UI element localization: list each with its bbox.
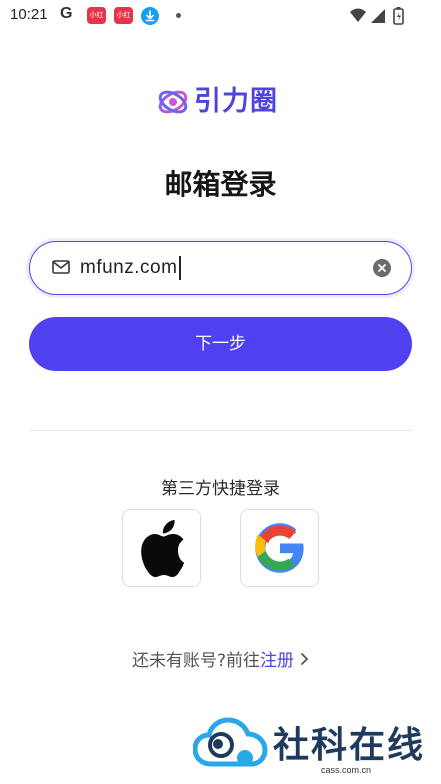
xiaohongshu-notification-icon-2: 小红书 xyxy=(114,7,133,36)
google-login-button[interactable] xyxy=(240,509,319,587)
mail-icon xyxy=(52,260,70,274)
register-prompt: 还未有账号?前往注册 xyxy=(0,646,441,671)
wifi-icon xyxy=(350,8,366,22)
watermark: 社科在线 cass.com.cn xyxy=(193,714,433,780)
email-field[interactable]: mfunz.com xyxy=(29,241,412,295)
apple-login-button[interactable] xyxy=(122,509,201,587)
clear-icon[interactable] xyxy=(373,259,391,277)
apple-icon xyxy=(140,520,184,577)
status-bar: 10:21 G 小红书 小红书 xyxy=(0,0,441,36)
chevron-right-icon[interactable] xyxy=(300,651,309,671)
download-notification-icon xyxy=(141,7,159,25)
register-prompt-text: 还未有账号?前往 xyxy=(131,651,261,671)
google-icon xyxy=(254,523,304,573)
page-title: 邮箱登录 xyxy=(164,168,277,201)
cloud-eye-logo-icon xyxy=(193,717,268,767)
more-notifications-dot xyxy=(176,13,181,18)
register-link[interactable]: 注册 xyxy=(260,651,294,671)
signal-icon xyxy=(371,9,385,23)
email-input-value: mfunz.com xyxy=(80,257,178,278)
email-input[interactable]: mfunz.com xyxy=(80,256,181,280)
brand-logo: 引力圈 xyxy=(156,84,286,120)
watermark-subtitle: cass.com.cn xyxy=(321,765,372,775)
divider xyxy=(29,430,412,431)
brand-logo-icon xyxy=(158,90,188,114)
status-time: 10:21 xyxy=(10,6,48,23)
xiaohongshu-notification-icon: 小红书 xyxy=(87,7,106,36)
battery-icon xyxy=(393,7,404,25)
system-status-icons xyxy=(349,6,411,30)
brand-name: 引力圈 xyxy=(194,86,278,117)
text-caret xyxy=(179,256,181,280)
google-notification-icon: G xyxy=(60,5,73,22)
quick-login-label: 第三方快捷登录 xyxy=(161,479,280,499)
next-button[interactable]: 下一步 xyxy=(29,317,412,371)
watermark-title: 社科在线 xyxy=(273,725,426,766)
